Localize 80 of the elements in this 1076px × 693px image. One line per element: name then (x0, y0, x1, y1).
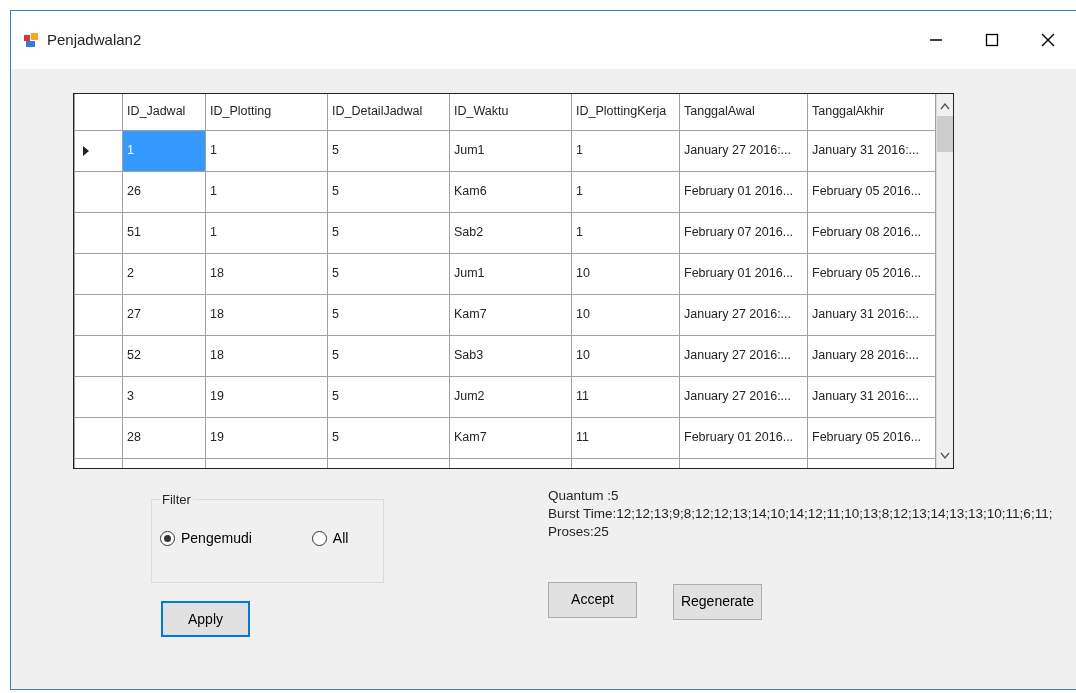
table-cell[interactable]: January 31 2016:... (807, 294, 936, 335)
table-cell[interactable]: 11 (571, 376, 680, 417)
table-cell[interactable]: Jum1 (449, 130, 572, 171)
table-cell[interactable]: February 07 2016... (679, 212, 808, 253)
table-cell[interactable]: January 27 2016:... (679, 294, 808, 335)
table-cell[interactable]: February 05 2016... (807, 171, 936, 212)
table-cell[interactable]: 18 (205, 294, 328, 335)
table-cell[interactable]: February 05 2016... (807, 417, 936, 458)
table-cell[interactable]: 27 (122, 294, 206, 335)
action-button[interactable]: Regenerate (673, 583, 762, 620)
info-text: Proses:25 (548, 523, 610, 542)
table-cell[interactable]: 52 (122, 335, 206, 376)
table-cell[interactable]: 3 (122, 376, 206, 417)
table-cell[interactable]: 28 (122, 417, 206, 458)
scroll-down-icon[interactable] (940, 452, 950, 460)
table-cell[interactable]: 10 (571, 253, 680, 294)
table-cell[interactable]: 1 (571, 130, 680, 171)
column-header[interactable]: TanggalAwal (679, 94, 808, 130)
table-cell[interactable]: 5 (327, 212, 450, 253)
table-cell[interactable]: 1 (571, 171, 680, 212)
table-cell[interactable]: January 27 2016:... (679, 335, 808, 376)
close-icon (1041, 33, 1055, 47)
table-cell[interactable]: 51 (122, 212, 206, 253)
table-cell[interactable]: 1 (205, 171, 328, 212)
table-cell[interactable]: February 08 2016... (807, 212, 936, 253)
table-cell[interactable]: 10 (571, 294, 680, 335)
column-header[interactable]: ID_Jadwal (122, 94, 206, 130)
column-header[interactable]: ID_Plotting (205, 94, 328, 130)
column-header[interactable]: TanggalAkhir (807, 94, 936, 130)
table-cell[interactable]: 5 (327, 171, 450, 212)
window-title: Penjadwalan2 (47, 29, 142, 50)
table-cell[interactable]: 1 (205, 212, 328, 253)
table-cell[interactable]: 1 (205, 130, 328, 171)
current-row-icon (83, 145, 89, 156)
table-cell[interactable]: 10 (571, 335, 680, 376)
table-cell[interactable]: February 01 2016... (679, 171, 808, 212)
scroll-up-icon[interactable] (940, 102, 950, 110)
radio-button[interactable]: All (311, 528, 349, 549)
table-cell[interactable]: 11 (571, 417, 680, 458)
table-cell[interactable]: January 27 2016:... (679, 130, 808, 171)
table-cell[interactable]: 5 (327, 130, 450, 171)
column-header[interactable]: ID_PlottingKerja (571, 94, 680, 130)
table-cell[interactable]: 5 (327, 294, 450, 335)
table-cell[interactable]: 5 (327, 335, 450, 376)
table-cell[interactable]: 2 (122, 253, 206, 294)
scroll-thumb[interactable] (937, 116, 953, 152)
table-cell[interactable]: 18 (205, 253, 328, 294)
table-cell[interactable]: 19 (205, 376, 328, 417)
radio-button[interactable]: Pengemudi (160, 528, 252, 549)
action-button[interactable]: Apply (161, 601, 250, 637)
row-header[interactable] (74, 130, 123, 171)
table-cell[interactable]: 5 (327, 253, 450, 294)
table-cell[interactable]: Kam7 (449, 417, 572, 458)
table-cell[interactable]: 26 (122, 171, 206, 212)
table-cell[interactable]: January 31 2016:... (807, 376, 936, 417)
scrollbar[interactable] (936, 94, 953, 468)
table-cell[interactable]: 5 (327, 417, 450, 458)
table-cell[interactable]: 5 (327, 376, 450, 417)
maximize-icon (985, 33, 999, 47)
app-icon (23, 32, 39, 48)
table-cell[interactable]: Sab2 (449, 212, 572, 253)
table-cell[interactable]: 1 (571, 212, 680, 253)
info-text: Burst Time:12;12;13;9;8;12;12;13;14;10;14;12;11;10;13;8;12;13;14;13;13;10;11;6;11; (548, 505, 1053, 524)
info-text: Quantum :5 (548, 487, 620, 505)
action-button[interactable]: Accept (548, 581, 637, 618)
table-cell[interactable]: January 31 2016:... (807, 130, 936, 171)
table-cell[interactable]: February 05 2016... (807, 253, 936, 294)
table-cell[interactable]: Sab3 (449, 335, 572, 376)
table-cell[interactable]: January 27 2016:... (679, 376, 808, 417)
table-cell[interactable]: January 28 2016:... (807, 335, 936, 376)
table-cell[interactable]: February 01 2016... (679, 417, 808, 458)
column-header[interactable]: ID_DetailJadwal (327, 94, 450, 130)
table-cell[interactable]: February 01 2016... (679, 253, 808, 294)
table-cell[interactable]: Kam7 (449, 294, 572, 335)
table-cell[interactable]: Kam6 (449, 171, 572, 212)
column-header[interactable]: ID_Waktu (449, 94, 572, 130)
table-cell[interactable]: 19 (205, 417, 328, 458)
table-cell[interactable]: Jum2 (449, 376, 572, 417)
table-cell[interactable]: Jum1 (449, 253, 572, 294)
table-cell[interactable]: 18 (205, 335, 328, 376)
